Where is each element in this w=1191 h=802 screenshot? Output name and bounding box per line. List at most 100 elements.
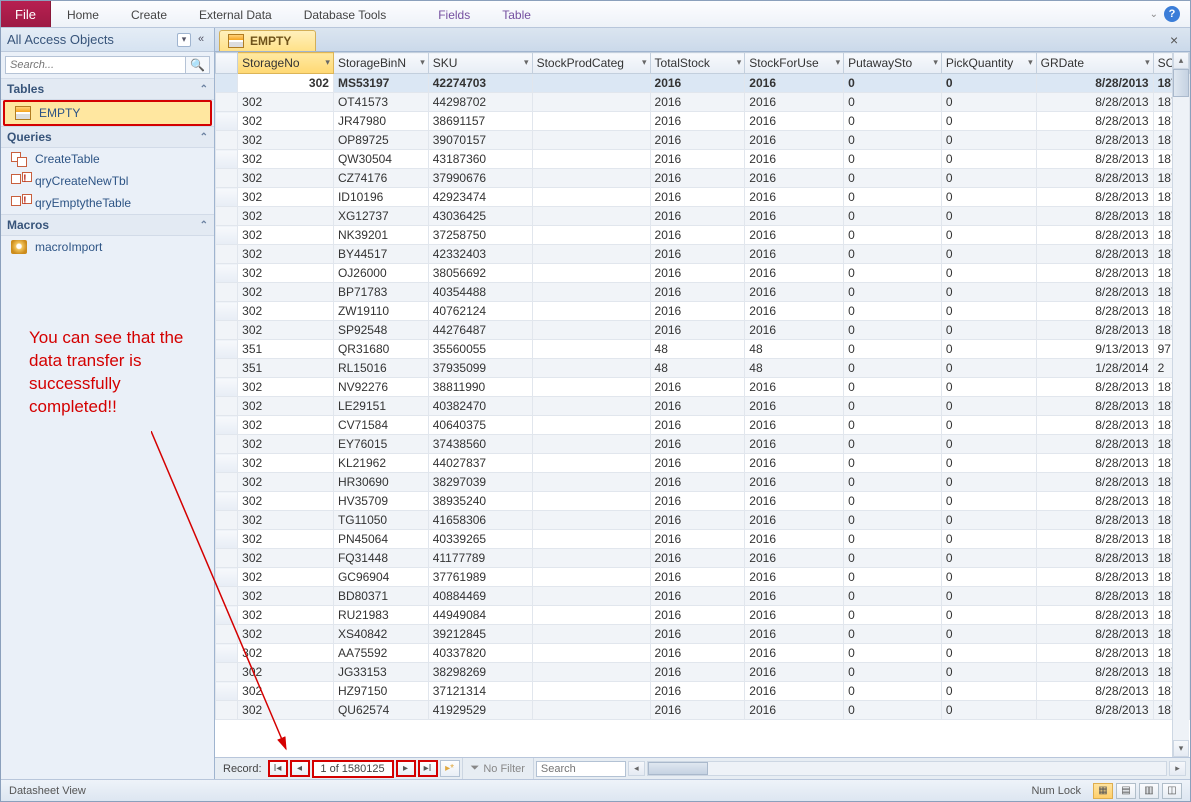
- cell[interactable]: XG12737: [333, 207, 428, 226]
- cell[interactable]: 44949084: [428, 606, 532, 625]
- cell[interactable]: 302: [238, 188, 334, 207]
- cell[interactable]: 0: [844, 663, 942, 682]
- section-queries[interactable]: Queries: [7, 130, 52, 144]
- cell[interactable]: 38297039: [428, 473, 532, 492]
- cell[interactable]: 38056692: [428, 264, 532, 283]
- cell[interactable]: 2016: [745, 131, 844, 150]
- cell[interactable]: 302: [238, 587, 334, 606]
- cell[interactable]: 302: [238, 378, 334, 397]
- cell[interactable]: 0: [941, 416, 1036, 435]
- cell[interactable]: 8/28/2013: [1036, 549, 1153, 568]
- cell[interactable]: 37990676: [428, 169, 532, 188]
- first-record-button[interactable]: I◂: [268, 760, 288, 777]
- cell[interactable]: 0: [844, 682, 942, 701]
- cell[interactable]: 8/28/2013: [1036, 74, 1153, 93]
- cell[interactable]: 42923474: [428, 188, 532, 207]
- cell[interactable]: 2016: [650, 150, 745, 169]
- cell[interactable]: 302: [238, 207, 334, 226]
- row-selector[interactable]: [216, 169, 238, 188]
- table-row[interactable]: 302HR306903829703920162016008/28/2013187: [216, 473, 1190, 492]
- table-row[interactable]: 302JG331533829826920162016008/28/2013187: [216, 663, 1190, 682]
- cell[interactable]: 44027837: [428, 454, 532, 473]
- section-tables[interactable]: Tables: [7, 82, 44, 96]
- row-selector[interactable]: [216, 397, 238, 416]
- cell[interactable]: 48: [650, 359, 745, 378]
- last-record-button[interactable]: ▸I: [418, 760, 438, 777]
- cell[interactable]: 302: [238, 492, 334, 511]
- next-record-button[interactable]: ▸: [396, 760, 416, 777]
- cell[interactable]: LE29151: [333, 397, 428, 416]
- prev-record-button[interactable]: ◂: [290, 760, 310, 777]
- other-view-button[interactable]: ◫: [1162, 783, 1182, 799]
- cell[interactable]: BP71783: [333, 283, 428, 302]
- cell[interactable]: 8/28/2013: [1036, 93, 1153, 112]
- cell[interactable]: 2016: [650, 682, 745, 701]
- tab-database-tools[interactable]: Database Tools: [288, 1, 403, 27]
- cell[interactable]: 0: [844, 302, 942, 321]
- cell[interactable]: 2016: [745, 492, 844, 511]
- cell[interactable]: [532, 321, 650, 340]
- table-row[interactable]: 302HZ971503712131420162016008/28/2013187: [216, 682, 1190, 701]
- row-selector[interactable]: [216, 606, 238, 625]
- cell[interactable]: 0: [941, 587, 1036, 606]
- cell[interactable]: 8/28/2013: [1036, 625, 1153, 644]
- cell[interactable]: 8/28/2013: [1036, 207, 1153, 226]
- cell[interactable]: 0: [844, 150, 942, 169]
- column-header-pickquantity[interactable]: PickQuantity▾: [941, 53, 1036, 74]
- cell[interactable]: 8/28/2013: [1036, 530, 1153, 549]
- cell[interactable]: 2016: [745, 682, 844, 701]
- cell[interactable]: 302: [238, 93, 334, 112]
- cell[interactable]: [532, 150, 650, 169]
- cell[interactable]: OT41573: [333, 93, 428, 112]
- cell[interactable]: ID10196: [333, 188, 428, 207]
- table-row[interactable]: 302ZW191104076212420162016008/28/2013187: [216, 302, 1190, 321]
- record-position[interactable]: 1 of 1580125: [312, 760, 394, 778]
- section-macros[interactable]: Macros: [7, 218, 49, 232]
- cell[interactable]: 8/28/2013: [1036, 587, 1153, 606]
- cell[interactable]: 8/28/2013: [1036, 226, 1153, 245]
- cell[interactable]: [532, 568, 650, 587]
- cell[interactable]: 2016: [650, 283, 745, 302]
- cell[interactable]: NV92276: [333, 378, 428, 397]
- cell[interactable]: 37258750: [428, 226, 532, 245]
- row-selector[interactable]: [216, 226, 238, 245]
- cell[interactable]: 0: [941, 131, 1036, 150]
- cell[interactable]: 37438560: [428, 435, 532, 454]
- cell[interactable]: 2016: [650, 511, 745, 530]
- cell[interactable]: [532, 511, 650, 530]
- cell[interactable]: 40354488: [428, 283, 532, 302]
- cell[interactable]: KL21962: [333, 454, 428, 473]
- table-row[interactable]: 302SP925484427648720162016008/28/2013187: [216, 321, 1190, 340]
- cell[interactable]: 8/28/2013: [1036, 321, 1153, 340]
- cell[interactable]: [532, 264, 650, 283]
- cell[interactable]: JG33153: [333, 663, 428, 682]
- table-row[interactable]: 302QW305044318736020162016008/28/2013187: [216, 150, 1190, 169]
- cell[interactable]: [532, 549, 650, 568]
- table-row[interactable]: 302XS408423921284520162016008/28/2013187: [216, 625, 1190, 644]
- cell[interactable]: 0: [844, 359, 942, 378]
- cell[interactable]: 0: [844, 397, 942, 416]
- cell[interactable]: 0: [844, 131, 942, 150]
- cell[interactable]: [532, 606, 650, 625]
- cell[interactable]: 302: [238, 74, 334, 93]
- cell[interactable]: [532, 245, 650, 264]
- cell[interactable]: 48: [745, 359, 844, 378]
- cell[interactable]: GC96904: [333, 568, 428, 587]
- cell[interactable]: 42274703: [428, 74, 532, 93]
- nav-item-macroimport[interactable]: macroImport: [1, 236, 214, 258]
- cell[interactable]: 0: [941, 283, 1036, 302]
- cell[interactable]: 2016: [745, 644, 844, 663]
- cell[interactable]: [532, 169, 650, 188]
- row-selector[interactable]: [216, 340, 238, 359]
- cell[interactable]: 0: [941, 188, 1036, 207]
- cell[interactable]: [532, 663, 650, 682]
- cell[interactable]: 302: [238, 625, 334, 644]
- design-view-button[interactable]: ▤: [1116, 783, 1136, 799]
- cell[interactable]: BY44517: [333, 245, 428, 264]
- cell[interactable]: HZ97150: [333, 682, 428, 701]
- cell[interactable]: 0: [941, 511, 1036, 530]
- table-row[interactable]: 302AA755924033782020162016008/28/2013187: [216, 644, 1190, 663]
- cell[interactable]: 2016: [650, 587, 745, 606]
- cell[interactable]: 302: [238, 606, 334, 625]
- cell[interactable]: 8/28/2013: [1036, 397, 1153, 416]
